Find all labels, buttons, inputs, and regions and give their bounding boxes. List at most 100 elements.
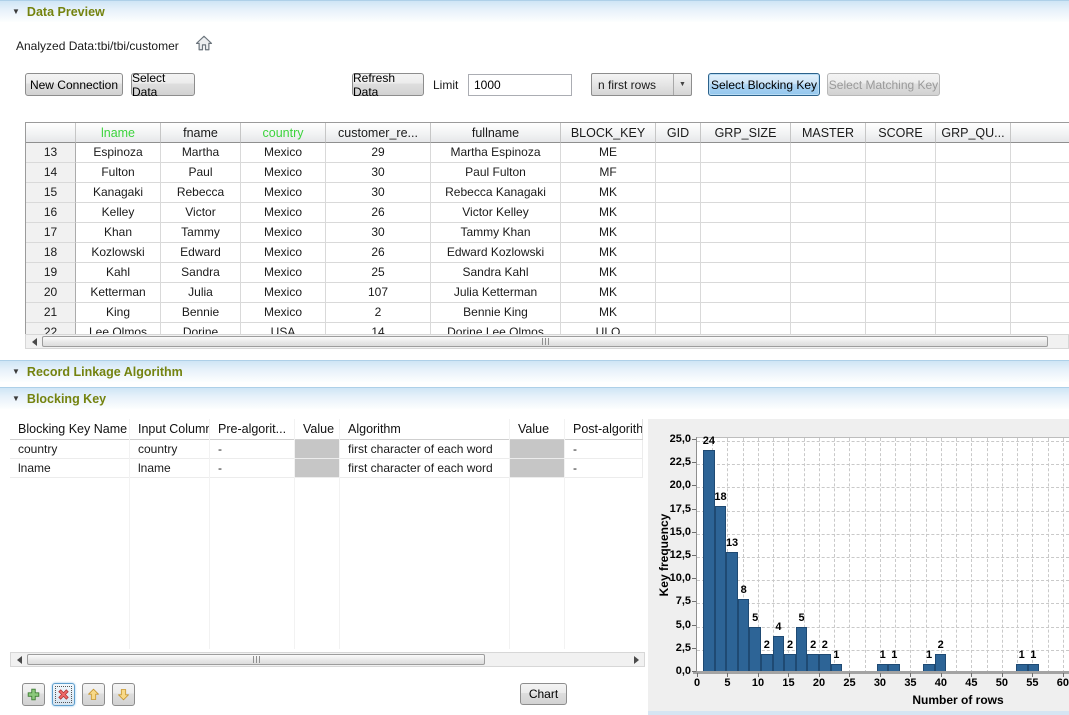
histogram-bar (715, 506, 727, 673)
table-cell (936, 143, 1011, 163)
blocking-key-cell[interactable]: lname (130, 459, 210, 478)
select-data-button[interactable]: Select Data (131, 73, 195, 96)
column-header[interactable]: MASTER (791, 123, 866, 143)
add-blocking-key-button[interactable] (22, 683, 45, 706)
table-row[interactable]: 21KingBennieMexico2Bennie KingMK (26, 303, 1069, 323)
blocking-key-cell[interactable]: - (210, 440, 295, 459)
scroll-right-icon[interactable] (628, 653, 644, 666)
column-header[interactable]: Algorithm (340, 419, 510, 439)
refresh-data-button[interactable]: Refresh Data (352, 73, 424, 96)
table-row[interactable]: 17KhanTammyMexico30Tammy KhanMK (26, 223, 1069, 243)
limit-input[interactable] (468, 74, 572, 96)
table-cell: Fulton (76, 163, 161, 183)
table-row[interactable]: 19KahlSandraMexico25Sandra KahlMK (26, 263, 1069, 283)
blocking-key-cell[interactable]: - (210, 459, 295, 478)
chart-button[interactable]: Chart (520, 683, 567, 705)
table-cell: Tammy Khan (431, 223, 561, 243)
column-header[interactable]: Value (510, 419, 565, 439)
column-header[interactable]: Blocking Key Name (10, 419, 130, 439)
table-cell (1011, 243, 1069, 263)
table-row[interactable]: 13EspinozaMarthaMexico29Martha EspinozaM… (26, 143, 1069, 163)
blocking-key-row[interactable]: lnamelname-first character of each word- (10, 459, 643, 478)
select-matching-key-button[interactable]: Select Matching Key (827, 73, 940, 96)
section-header-data-preview[interactable]: ▼ Data Preview (0, 0, 1069, 22)
table-row[interactable]: 15KanagakiRebeccaMexico30Rebecca Kanagak… (26, 183, 1069, 203)
blocking-key-header-row: Blocking Key NameInput ColumnPre-algorit… (10, 419, 643, 440)
table-row[interactable]: 14FultonPaulMexico30Paul FultonMF (26, 163, 1069, 183)
tick-mark (692, 601, 696, 602)
table-cell: Dorine (161, 323, 241, 334)
table-cell (866, 183, 936, 203)
delete-blocking-key-button[interactable] (52, 683, 75, 706)
table-cell (656, 223, 701, 243)
table-cell (656, 183, 701, 203)
column-header[interactable]: Post-algorith... (565, 419, 643, 439)
table-row[interactable]: 20KettermanJuliaMexico107Julia Ketterman… (26, 283, 1069, 303)
blocking-key-cell[interactable]: - (565, 440, 643, 459)
tick-mark (692, 648, 696, 649)
select-blocking-key-button[interactable]: Select Blocking Key (708, 73, 820, 96)
column-header[interactable]: GID (656, 123, 701, 143)
column-header[interactable]: Value (295, 419, 340, 439)
blocking-key-cell[interactable]: first character of each word (340, 459, 510, 478)
blocking-key-row[interactable]: countrycountry-first character of each w… (10, 440, 643, 459)
scroll-left-icon[interactable] (26, 335, 42, 348)
blocking-key-cell[interactable]: - (565, 459, 643, 478)
column-header[interactable] (26, 123, 76, 143)
dropdown-arrow-icon[interactable]: ▼ (673, 74, 691, 95)
section-header-record-linkage[interactable]: ▼ Record Linkage Algorithm (0, 360, 1069, 382)
column-header[interactable] (1011, 123, 1069, 143)
table-row[interactable]: 22Lee OlmosDorineUSA14Dorine Lee OlmosUL… (26, 323, 1069, 334)
blocking-key-cell[interactable]: country (130, 440, 210, 459)
scrollbar-thumb[interactable] (27, 654, 485, 665)
rows-mode-combobox[interactable]: n first rows ▼ (591, 73, 692, 96)
blocking-key-cell[interactable]: lname (10, 459, 130, 478)
delete-icon (56, 687, 71, 702)
bar-value-label: 2 (756, 639, 778, 651)
column-header[interactable]: lname (76, 123, 161, 143)
table-cell (1011, 203, 1069, 223)
y-tick-label: 5,0 (651, 619, 691, 631)
table-cell: 2 (326, 303, 431, 323)
move-up-button[interactable] (82, 683, 105, 706)
new-connection-button[interactable]: New Connection (25, 73, 123, 96)
column-header[interactable]: SCORE (866, 123, 936, 143)
table-cell (866, 263, 936, 283)
column-header[interactable]: customer_re... (326, 123, 431, 143)
table-row[interactable]: 16KelleyVictorMexico26Victor KelleyMK (26, 203, 1069, 223)
value-cell-disabled[interactable] (510, 459, 565, 478)
column-header[interactable]: Pre-algorit... (210, 419, 295, 439)
table-cell: Edward Kozlowski (431, 243, 561, 263)
column-header[interactable]: fname (161, 123, 241, 143)
table-cell (936, 323, 1011, 334)
table-cell (936, 303, 1011, 323)
table-row[interactable]: 18KozlowskiEdwardMexico26Edward Kozlowsk… (26, 243, 1069, 263)
value-cell-disabled[interactable] (295, 440, 340, 459)
column-header[interactable]: BLOCK_KEY (561, 123, 656, 143)
table-cell: MK (561, 263, 656, 283)
move-down-button[interactable] (112, 683, 135, 706)
column-header[interactable]: country (241, 123, 326, 143)
preview-table-hscrollbar[interactable] (25, 334, 1069, 349)
section-header-blocking-key[interactable]: ▼ Blocking Key (0, 387, 1069, 409)
column-header[interactable]: GRP_SIZE (701, 123, 791, 143)
value-cell-disabled[interactable] (295, 459, 340, 478)
blocking-key-cell[interactable]: country (10, 440, 130, 459)
scroll-left-icon[interactable] (11, 653, 27, 666)
home-icon[interactable] (195, 34, 213, 52)
table-cell: 26 (326, 243, 431, 263)
column-header[interactable]: fullname (431, 123, 561, 143)
blocking-key-hscrollbar[interactable] (10, 652, 645, 667)
column-header[interactable]: GRP_QU... (936, 123, 1011, 143)
column-header[interactable]: Input Column (130, 419, 210, 439)
table-cell (791, 243, 866, 263)
scrollbar-thumb[interactable] (42, 336, 1048, 347)
value-cell-disabled[interactable] (510, 440, 565, 459)
column-separator (509, 419, 510, 649)
blocking-key-cell[interactable]: first character of each word (340, 440, 510, 459)
table-cell (791, 143, 866, 163)
table-cell (866, 243, 936, 263)
histogram-bar (726, 552, 738, 673)
table-cell (1011, 303, 1069, 323)
table-cell (791, 223, 866, 243)
